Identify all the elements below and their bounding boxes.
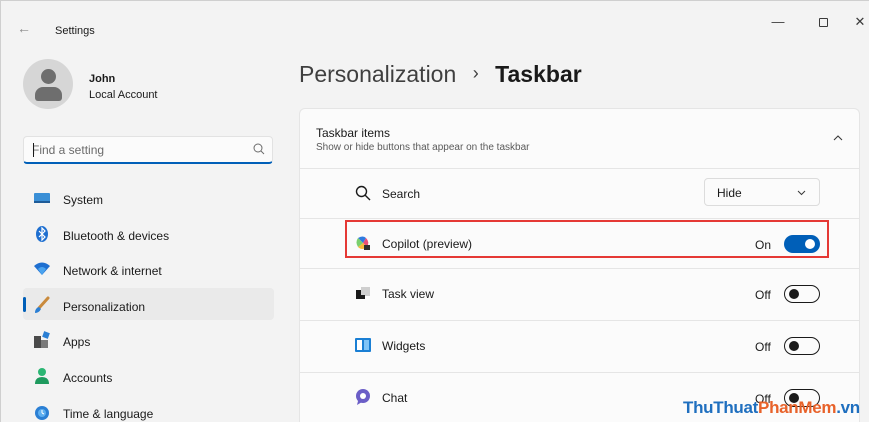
task-view-toggle[interactable] [784,285,820,303]
breadcrumb-parent[interactable]: Personalization [299,61,456,87]
watermark: ThuThuatPhanMem.vn [683,398,860,417]
close-button[interactable]: ✕ [846,9,869,35]
sidebar-item-label: Bluetooth & devices [63,228,170,243]
back-button[interactable]: ← [15,19,33,37]
text-caret [33,143,34,157]
taskbar-items-header[interactable]: Taskbar items Show or hide buttons that … [300,109,859,169]
account-type: Local Account [89,89,158,101]
section-title: Taskbar items [316,126,391,140]
widgets-icon [355,338,371,352]
dropdown-value: Hide [717,186,742,200]
chat-icon [356,389,370,405]
minimize-button[interactable]: — [764,9,792,35]
search-mode-dropdown[interactable]: Hide [704,178,820,206]
toggle-state: Off [755,288,771,302]
maximize-button[interactable] [809,9,837,35]
settings-window: ← Settings — ✕ John Local Account System [0,0,869,422]
row-label: Task view [382,287,435,301]
avatar [23,59,73,109]
sidebar-item-label: System [63,193,104,207]
apps-icon [34,331,50,349]
title-bar: ← Settings — ✕ [1,1,869,45]
sidebar-item-label: Accounts [63,370,113,385]
sidebar-item-time-language[interactable]: Time & language [23,395,274,422]
sidebar-item-apps[interactable]: Apps [23,323,274,355]
search-input[interactable] [32,142,232,158]
row-widgets: Widgets Off [300,321,859,373]
copilot-toggle[interactable] [784,235,820,253]
brush-icon [35,296,50,313]
search-icon[interactable] [252,142,266,156]
sidebar-item-label: Apps [63,335,91,350]
row-copilot: Copilot (preview) On [300,219,859,269]
toggle-state: On [755,238,772,252]
chevron-up-icon[interactable] [831,131,845,145]
sidebar-item-network[interactable]: Network & internet [23,252,274,284]
maximize-icon [818,18,828,28]
active-indicator [23,296,26,312]
breadcrumb: Personalization › Taskbar [299,61,582,93]
bluetooth-icon [36,225,48,242]
sidebar-item-label: Network & internet [63,264,162,279]
toggle-knob [789,289,799,299]
row-search: Search Hide [300,169,859,219]
taskbar-items-card: Taskbar items Show or hide buttons that … [299,108,860,422]
sidebar-item-bluetooth[interactable]: Bluetooth & devices [23,217,274,249]
person-icon [35,367,49,384]
sidebar-item-label: Personalization [63,299,146,314]
copilot-icon [356,236,370,250]
row-task-view: Task view Off [300,269,859,321]
user-name: John [89,73,116,85]
globe-clock-icon [35,405,49,420]
search-icon [355,185,371,201]
row-label: Copilot (preview) [382,237,473,251]
toggle-state: Off [755,340,771,354]
sidebar-item-system[interactable]: System [23,181,274,213]
toggle-knob [805,239,815,249]
toggle-knob [789,341,799,351]
breadcrumb-separator: › [472,63,479,83]
sidebar-item-label: Time & language [63,406,154,421]
page-title: Taskbar [495,61,582,87]
sidebar-nav: System Bluetooth & devices Network & int… [23,181,274,422]
app-title: Settings [55,25,95,37]
chevron-down-icon [797,190,806,196]
wifi-icon [34,262,50,276]
task-view-icon [356,287,370,299]
widgets-toggle[interactable] [784,337,820,355]
sidebar-item-personalization[interactable]: Personalization [23,287,274,320]
sidebar-item-accounts[interactable]: Accounts [23,359,274,391]
search-box[interactable] [23,136,273,164]
row-label: Widgets [382,339,426,353]
monitor-icon [34,193,50,203]
row-label: Search [382,187,421,201]
section-subtitle: Show or hide buttons that appear on the … [316,142,530,153]
row-label: Chat [382,391,408,405]
